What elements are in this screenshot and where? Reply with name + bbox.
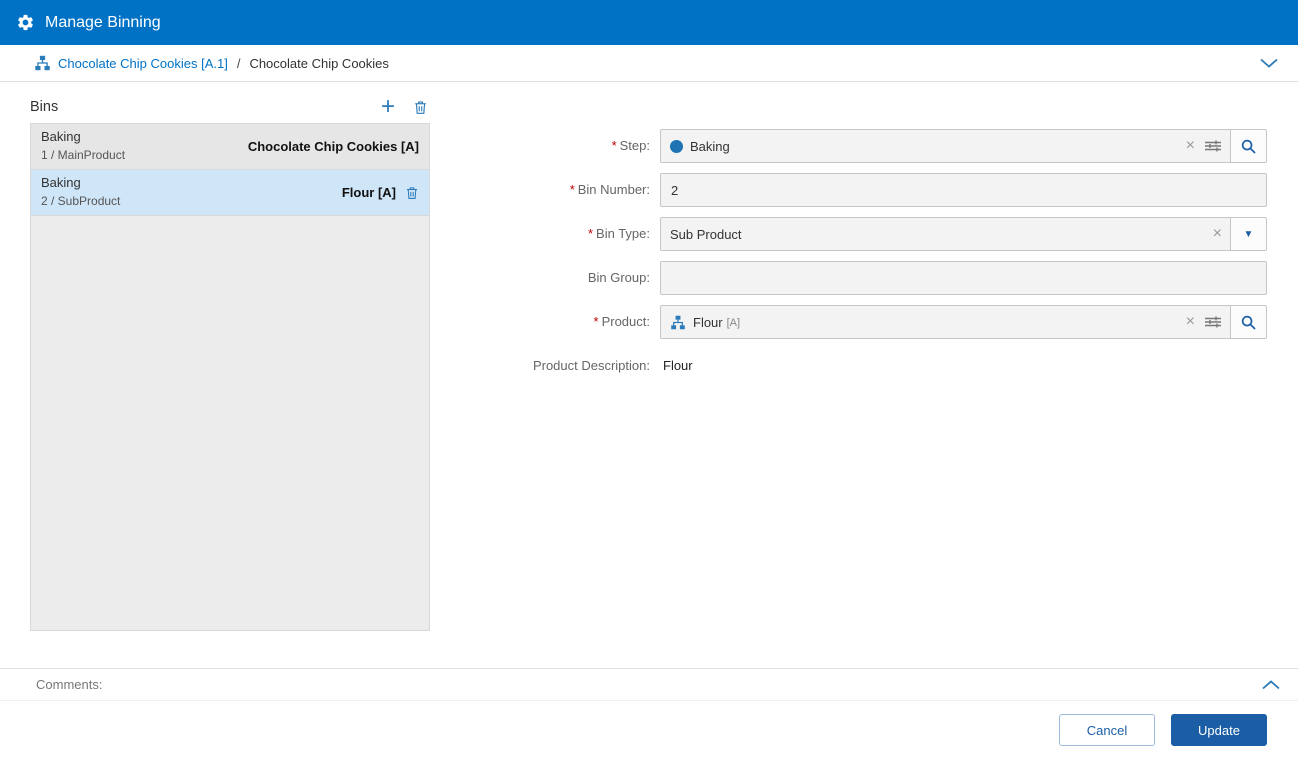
bin-step: Baking [41, 129, 81, 145]
title-bar: Manage Binning [0, 0, 1298, 45]
page-title: Manage Binning [45, 13, 161, 31]
bin-type-value: Sub Product [670, 226, 742, 242]
form-row-bin-type: * Bin Type: Sub Product × ▼ [460, 217, 1267, 251]
breadcrumb-link[interactable]: Chocolate Chip Cookies [A.1] [58, 56, 228, 71]
product-label: Product: [601, 314, 650, 329]
required-marker: * [593, 314, 599, 329]
comments-label: Comments: [36, 677, 103, 692]
form-row-bin-group: Bin Group: [460, 261, 1267, 295]
step-field[interactable]: Baking × [660, 129, 1267, 163]
bin-type-label: Bin Type: [596, 226, 650, 241]
chevron-up-icon[interactable] [1262, 679, 1280, 690]
delete-bin-icon[interactable] [413, 99, 428, 116]
required-marker: * [569, 182, 575, 197]
bin-detail: 1 / MainProduct [41, 148, 126, 163]
bin-form: *Step: Baking × *Bin Number: *Bin Type: … [460, 129, 1267, 393]
list-item[interactable]: Baking 1 / MainProduct Chocolate Chip Co… [31, 124, 429, 170]
bin-product: Chocolate Chip Cookies [A] [247, 139, 419, 154]
product-description-label: Product Description: [532, 358, 650, 373]
product-field[interactable]: Flour [A] × [660, 305, 1267, 339]
step-status-icon [670, 139, 683, 153]
required-marker: * [611, 138, 617, 153]
trash-icon[interactable] [405, 185, 419, 201]
list-item-selected[interactable]: Baking 2 / SubProduct Flour [A] [31, 170, 429, 216]
hierarchy-icon [670, 315, 686, 330]
form-row-step: * Step: Baking × [460, 129, 1267, 163]
footer-actions: Cancel Update [1059, 714, 1267, 746]
update-button[interactable]: Update [1171, 714, 1267, 746]
clear-icon[interactable]: × [1178, 306, 1203, 338]
bins-list: Baking 1 / MainProduct Chocolate Chip Co… [30, 123, 430, 631]
bin-number-input[interactable] [660, 173, 1267, 207]
product-value: Flour [693, 314, 723, 330]
hierarchy-icon [34, 55, 51, 71]
form-row-product: * Product: Flour [A] × [460, 305, 1267, 339]
product-revision: [A] [726, 317, 741, 329]
search-button[interactable] [1230, 130, 1266, 162]
add-bin-icon[interactable]: + [379, 95, 397, 119]
step-value: Baking [690, 138, 730, 154]
product-description-value: Flour [663, 358, 693, 373]
comments-section[interactable]: Comments: [0, 668, 1298, 701]
caret-down-icon: ▼ [1243, 228, 1254, 240]
form-row-product-description: Product Description: Flour [460, 349, 1267, 383]
bin-type-field[interactable]: Sub Product × ▼ [660, 217, 1267, 251]
bin-product: Flour [A] [341, 185, 396, 200]
cancel-button[interactable]: Cancel [1059, 714, 1155, 746]
breadcrumb-separator: / [236, 55, 241, 71]
bin-group-input[interactable] [660, 261, 1267, 295]
breadcrumb-current: Chocolate Chip Cookies [249, 55, 389, 71]
sliders-icon[interactable] [1203, 306, 1230, 338]
gear-icon [16, 13, 35, 32]
bins-panel: Bins + Baking 1 / MainProduct Chocolate … [30, 94, 430, 631]
bin-step: Baking [41, 175, 81, 191]
bins-header: Bins + [30, 94, 430, 120]
form-row-bin-number: * Bin Number: [460, 173, 1267, 207]
chevron-down-icon[interactable] [1260, 58, 1278, 68]
bins-title: Bins [30, 99, 59, 115]
clear-icon[interactable]: × [1178, 130, 1203, 162]
bin-group-label: Bin Group: [587, 270, 650, 285]
breadcrumb: Chocolate Chip Cookies [A.1] / Chocolate… [0, 45, 1298, 82]
bin-detail: 2 / SubProduct [41, 194, 121, 209]
clear-icon[interactable]: × [1205, 218, 1230, 250]
bin-number-label: Bin Number: [577, 182, 650, 197]
sliders-icon[interactable] [1203, 130, 1230, 162]
dropdown-button[interactable]: ▼ [1230, 218, 1266, 250]
required-marker: * [587, 226, 594, 241]
step-label: Step: [619, 138, 650, 153]
search-button[interactable] [1230, 306, 1266, 338]
